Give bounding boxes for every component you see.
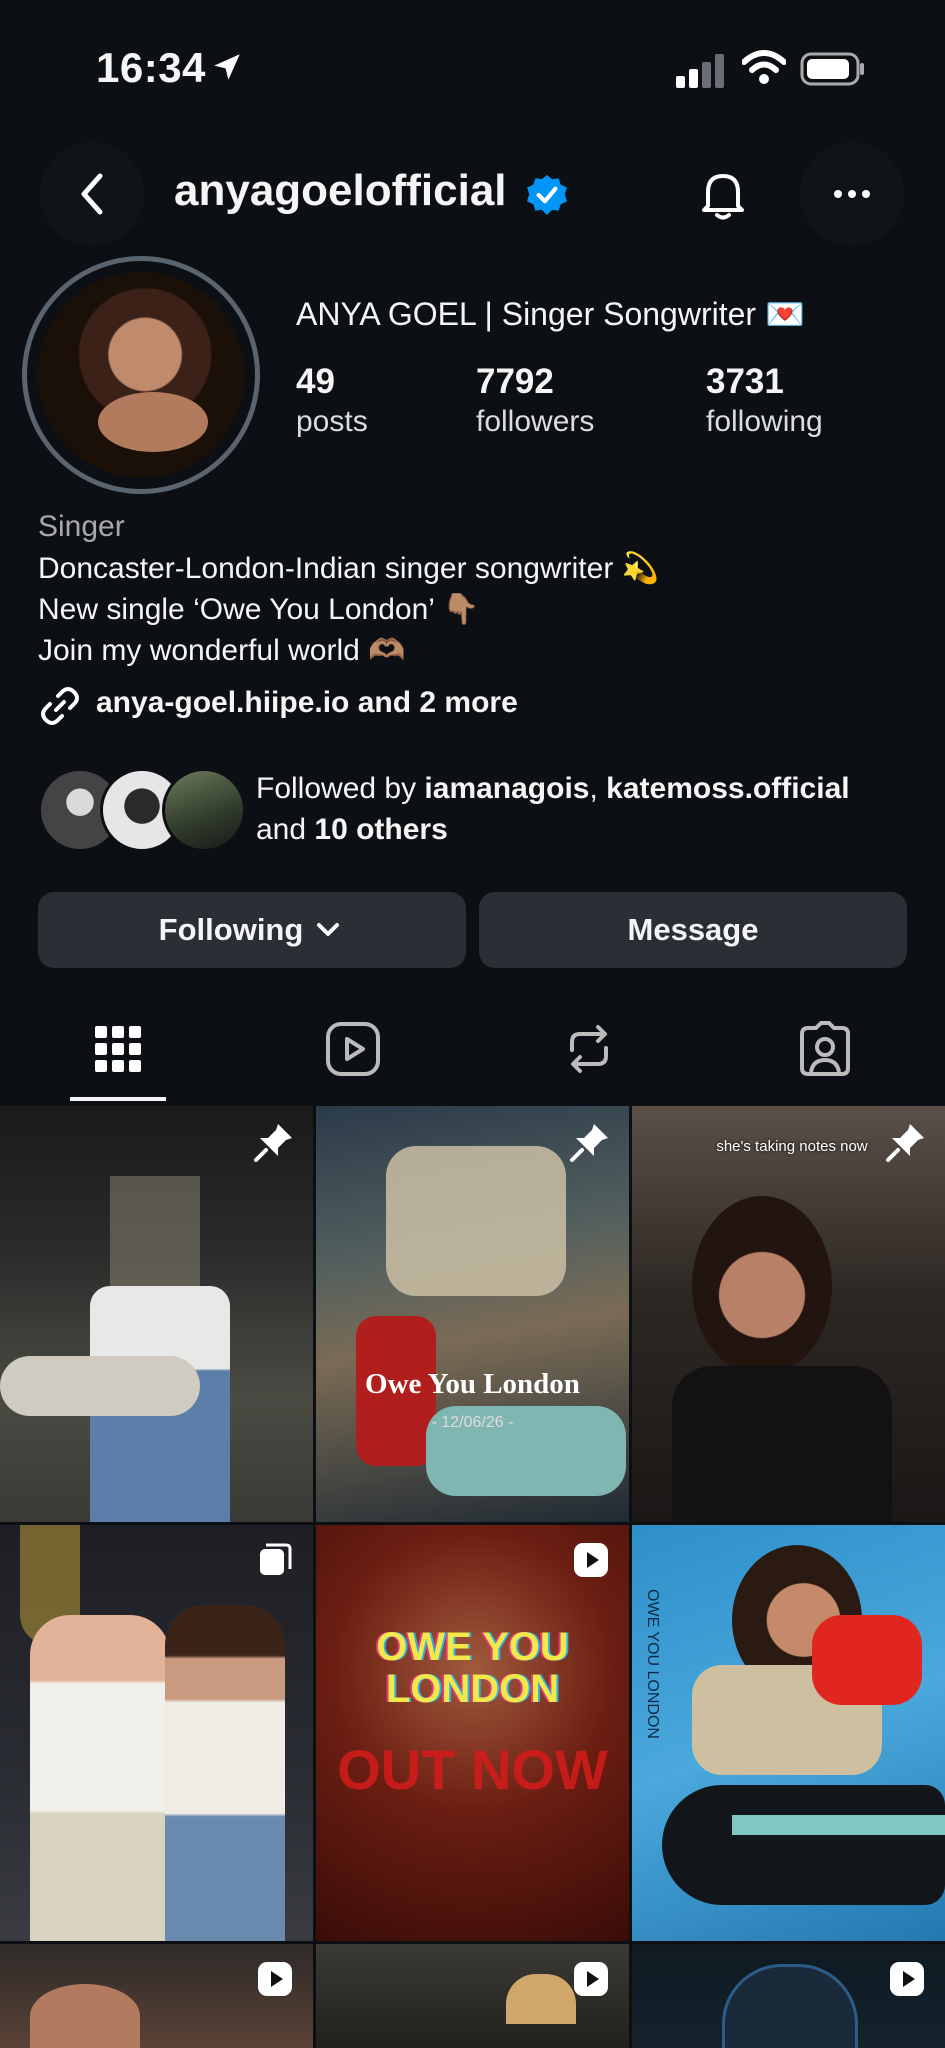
- chevron-left-icon: [81, 173, 103, 215]
- post-title-overlay: LONDON: [385, 1667, 560, 1711]
- reel-icon: [258, 1962, 292, 1996]
- post-thumbnail[interactable]: [316, 1944, 629, 2048]
- mutual-follower-name: katemoss.official: [606, 772, 850, 805]
- battery-icon: [800, 52, 864, 86]
- reels-icon[interactable]: [324, 1020, 382, 1078]
- followed-by-text[interactable]: Followed by iamanagois, katemoss.officia…: [256, 768, 850, 850]
- profile-username: anyagoelofficial: [174, 166, 507, 215]
- more-options-button[interactable]: [800, 142, 904, 246]
- bio-line: Join my wonderful world 🫶🏽: [38, 634, 406, 667]
- posts-label[interactable]: posts: [296, 405, 368, 439]
- location-arrow-icon: [214, 54, 240, 80]
- reel-icon: [574, 1543, 608, 1577]
- reel-icon: [574, 1962, 608, 1996]
- post-thumbnail[interactable]: [0, 1525, 313, 1941]
- pin-icon: [254, 1124, 292, 1162]
- post-thumbnail[interactable]: she's taking notes now: [632, 1106, 945, 1522]
- bio-line: New single ‘Owe You London’ 👇🏽: [38, 593, 480, 626]
- post-date-overlay: - 12/06/26 -: [431, 1414, 514, 1431]
- more-icon: [834, 190, 870, 198]
- post-title-overlay: OUT NOW: [337, 1738, 608, 1801]
- status-time: 16:34: [96, 44, 206, 91]
- following-label[interactable]: following: [706, 405, 823, 439]
- verified-badge-icon: [527, 175, 567, 215]
- profile-link[interactable]: anya-goel.hiipe.io and 2 more: [96, 686, 518, 720]
- post-thumbnail[interactable]: OWE YOU LONDON: [632, 1525, 945, 1941]
- post-title-overlay: Owe You London: [365, 1368, 580, 1400]
- grid-icon[interactable]: [89, 1020, 147, 1078]
- active-tab-indicator: [70, 1097, 166, 1101]
- bio-line: Doncaster-London-Indian singer songwrite…: [38, 552, 660, 585]
- pin-icon: [570, 1124, 608, 1162]
- cell-signal-icon: [676, 54, 724, 88]
- mutual-follower-avatar[interactable]: [162, 768, 246, 852]
- link-icon: [41, 687, 79, 725]
- profile-category: Singer: [38, 510, 125, 543]
- following-count[interactable]: 3731: [706, 362, 784, 402]
- reposts-icon[interactable]: [560, 1020, 618, 1078]
- post-thumbnail[interactable]: [0, 1944, 313, 2048]
- mutual-follower-name: iamanagois: [424, 772, 590, 805]
- profile-full-name: ANYA GOEL | Singer Songwriter 💌: [296, 296, 805, 332]
- post-thumbnail[interactable]: OWE YOU LONDON OUT NOW: [316, 1525, 629, 1941]
- pin-icon: [886, 1124, 924, 1162]
- post-thumbnail[interactable]: [0, 1106, 313, 1522]
- followers-label[interactable]: followers: [476, 405, 594, 439]
- avatar[interactable]: [38, 272, 244, 478]
- posts-grid: Owe You London - 12/06/26 - she's taking…: [0, 1106, 945, 2048]
- post-side-text: OWE YOU LONDON: [644, 1589, 661, 1739]
- carousel-icon: [260, 1543, 292, 1575]
- message-button[interactable]: Message: [479, 892, 907, 968]
- wifi-icon: [742, 50, 786, 84]
- post-thumbnail[interactable]: [632, 1944, 945, 2048]
- following-button[interactable]: Following: [38, 892, 466, 968]
- posts-count[interactable]: 49: [296, 362, 335, 402]
- followers-count[interactable]: 7792: [476, 362, 554, 402]
- bell-icon[interactable]: [694, 166, 752, 224]
- post-caption-overlay: she's taking notes now: [716, 1138, 868, 1155]
- back-button[interactable]: [40, 142, 144, 246]
- post-title-overlay: OWE YOU: [376, 1625, 569, 1669]
- post-thumbnail[interactable]: Owe You London - 12/06/26 -: [316, 1106, 629, 1522]
- chevron-down-icon: [317, 923, 340, 936]
- reel-icon: [890, 1962, 924, 1996]
- tagged-icon[interactable]: [796, 1020, 854, 1078]
